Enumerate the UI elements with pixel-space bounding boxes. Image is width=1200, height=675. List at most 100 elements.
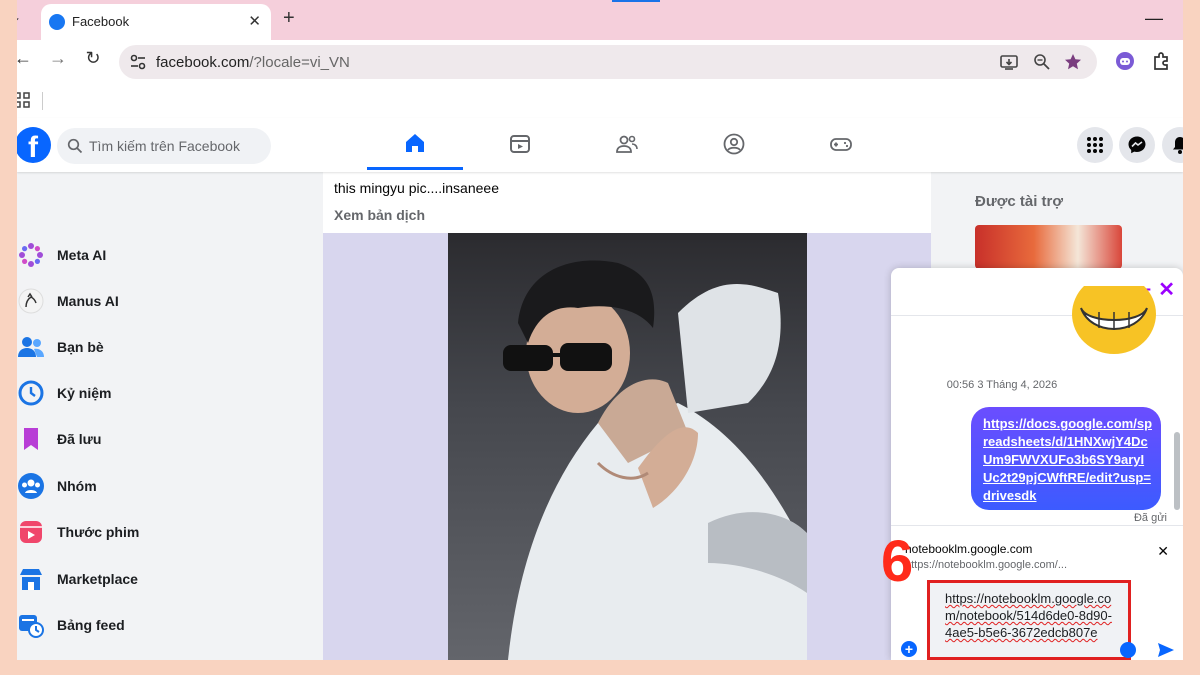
menu-grid-icon xyxy=(1087,137,1103,153)
tab-indicator xyxy=(612,0,660,2)
message-input[interactable]: https://notebooklm.google.com/notebook/5… xyxy=(927,580,1131,660)
nav-video[interactable] xyxy=(472,118,568,170)
sidebar-item-label: Meta AI xyxy=(57,247,107,263)
notifications-button[interactable] xyxy=(1162,127,1183,163)
feeds-icon xyxy=(17,611,45,639)
post-card: this mingyu pic....insaneee Xem bản dịch xyxy=(323,172,931,660)
sent-message-link[interactable]: https://docs.google.com/spreadsheets/d/1… xyxy=(983,415,1153,505)
bookmarks-divider xyxy=(42,92,43,110)
grinning-emoji-sticker xyxy=(1071,274,1157,356)
messenger-button[interactable] xyxy=(1119,127,1155,163)
remove-preview-icon[interactable]: ✕ xyxy=(1157,543,1169,560)
gaming-icon xyxy=(830,138,852,151)
message-input-text: https://notebooklm.google.com/notebook/5… xyxy=(945,591,1112,640)
post-photo[interactable] xyxy=(448,233,807,660)
sidebar-item-manus-ai[interactable]: Manus AI xyxy=(17,283,317,319)
search-icon xyxy=(67,138,83,159)
profile-extension-icon[interactable] xyxy=(1114,50,1136,77)
bell-icon xyxy=(1173,137,1183,154)
facebook-header: f xyxy=(17,118,1183,172)
chat-scrollbar[interactable] xyxy=(1172,316,1182,526)
friends-nav-icon xyxy=(616,135,638,153)
emoji-icon[interactable] xyxy=(1120,642,1136,658)
message-timestamp: 00:56 3 Tháng 4, 2026 xyxy=(946,379,1058,391)
zoom-icon[interactable] xyxy=(1032,52,1052,77)
sidebar-item-label: Thước phim xyxy=(57,524,140,540)
nav-home[interactable] xyxy=(367,118,463,170)
saved-icon xyxy=(17,425,45,453)
message-composer: + https://notebooklm.google.com/notebook… xyxy=(891,580,1183,660)
left-sidebar: Meta AI Manus AI Bạn bè Kỷ niệm Đã lưu N… xyxy=(17,172,323,660)
site-settings-icon[interactable] xyxy=(129,53,147,76)
sidebar-item-label: Marketplace xyxy=(57,571,138,587)
bookmark-star-icon[interactable] xyxy=(1063,52,1083,77)
facebook-favicon-icon xyxy=(49,14,65,30)
menu-grid-button[interactable] xyxy=(1077,127,1113,163)
tab-search-chevron-icon[interactable]: ⌄ xyxy=(17,10,27,28)
browser-window: ⌄ Facebook ✕ + — ← → ↻ facebook.com/?loc… xyxy=(17,0,1183,660)
sidebar-item-groups[interactable]: Nhóm xyxy=(17,468,317,504)
tab-title: Facebook xyxy=(72,14,130,29)
tab-strip: ⌄ Facebook ✕ + — xyxy=(17,0,1183,40)
forward-arrow-icon[interactable]: → xyxy=(46,48,70,69)
manus-ai-icon xyxy=(17,287,45,315)
sidebar-item-label: Kỷ niệm xyxy=(57,385,112,401)
sidebar-item-saved[interactable]: Đã lưu xyxy=(17,421,317,457)
sidebar-item-marketplace[interactable]: Marketplace xyxy=(17,561,317,597)
profile-circle-icon xyxy=(723,133,745,155)
marketplace-icon xyxy=(17,565,45,593)
post-text: this mingyu pic....insaneee xyxy=(334,180,499,196)
meta-ai-icon xyxy=(17,241,45,269)
address-bar[interactable]: facebook.com/?locale=vi_VN xyxy=(119,45,1097,79)
sidebar-item-friends[interactable]: Bạn bè xyxy=(17,329,317,365)
chat-window: – ✕ 00:56 3 Tháng 4, 2026 https://docs.g… xyxy=(891,268,1183,660)
install-app-icon[interactable] xyxy=(999,52,1019,77)
sponsored-ad-image[interactable] xyxy=(975,225,1122,269)
friends-icon xyxy=(17,333,45,361)
search-input[interactable] xyxy=(89,128,267,164)
bookmarks-bar xyxy=(17,86,1183,116)
sent-status: Đã gửi xyxy=(1133,512,1167,524)
groups-icon xyxy=(17,472,45,500)
sidebar-item-memories[interactable]: Kỷ niệm xyxy=(17,375,317,411)
add-attachment-icon[interactable]: + xyxy=(901,641,917,657)
facebook-logo-icon[interactable]: f xyxy=(17,127,51,163)
sidebar-item-label: Manus AI xyxy=(57,293,119,309)
apps-grid-icon[interactable] xyxy=(17,91,31,114)
sidebar-item-label: Bảng feed xyxy=(57,617,125,633)
reload-icon[interactable]: ↻ xyxy=(81,48,105,69)
link-preview-domain: notebooklm.google.com xyxy=(905,542,1033,556)
back-arrow-icon[interactable]: ← xyxy=(17,48,35,69)
link-preview: notebooklm.google.com https://notebooklm… xyxy=(891,525,1183,577)
news-feed: this mingyu pic....insaneee Xem bản dịch xyxy=(323,172,931,660)
sidebar-item-feeds[interactable]: Bảng feed xyxy=(17,607,317,643)
messenger-icon xyxy=(1128,136,1146,154)
tab-facebook[interactable]: Facebook ✕ xyxy=(41,4,271,40)
browser-toolbar: ← → ↻ facebook.com/?locale=vi_VN xyxy=(17,40,1183,86)
video-icon xyxy=(510,135,530,153)
new-tab-button[interactable]: + xyxy=(283,7,295,30)
sent-message-bubble: https://docs.google.com/spreadsheets/d/1… xyxy=(971,407,1161,510)
send-icon[interactable] xyxy=(1156,640,1176,660)
window-minimize-button[interactable]: — xyxy=(1145,8,1163,29)
memories-icon xyxy=(17,379,45,407)
sidebar-item-meta-ai[interactable]: Meta AI xyxy=(17,237,317,273)
facebook-search[interactable] xyxy=(57,128,271,164)
url-text: facebook.com/?locale=vi_VN xyxy=(156,54,350,71)
step-number-annotation: 6 xyxy=(881,529,914,594)
chat-scrollbar-thumb[interactable] xyxy=(1174,432,1180,510)
sponsored-heading: Được tài trợ xyxy=(975,193,1064,210)
tab-close-icon[interactable]: ✕ xyxy=(248,12,261,30)
see-translation-link[interactable]: Xem bản dịch xyxy=(334,207,425,223)
home-icon xyxy=(406,133,424,152)
sidebar-item-label: Bạn bè xyxy=(57,339,104,355)
extensions-puzzle-icon[interactable] xyxy=(1150,50,1172,77)
reels-icon xyxy=(17,518,45,546)
nav-friends[interactable] xyxy=(579,118,675,170)
nav-profile[interactable] xyxy=(686,118,782,170)
close-icon[interactable]: ✕ xyxy=(1158,277,1175,302)
sidebar-item-reels[interactable]: Thước phim xyxy=(17,514,317,550)
sidebar-item-label: Nhóm xyxy=(57,478,97,494)
sidebar-item-label: Đã lưu xyxy=(57,431,102,447)
nav-gaming[interactable] xyxy=(793,118,889,170)
